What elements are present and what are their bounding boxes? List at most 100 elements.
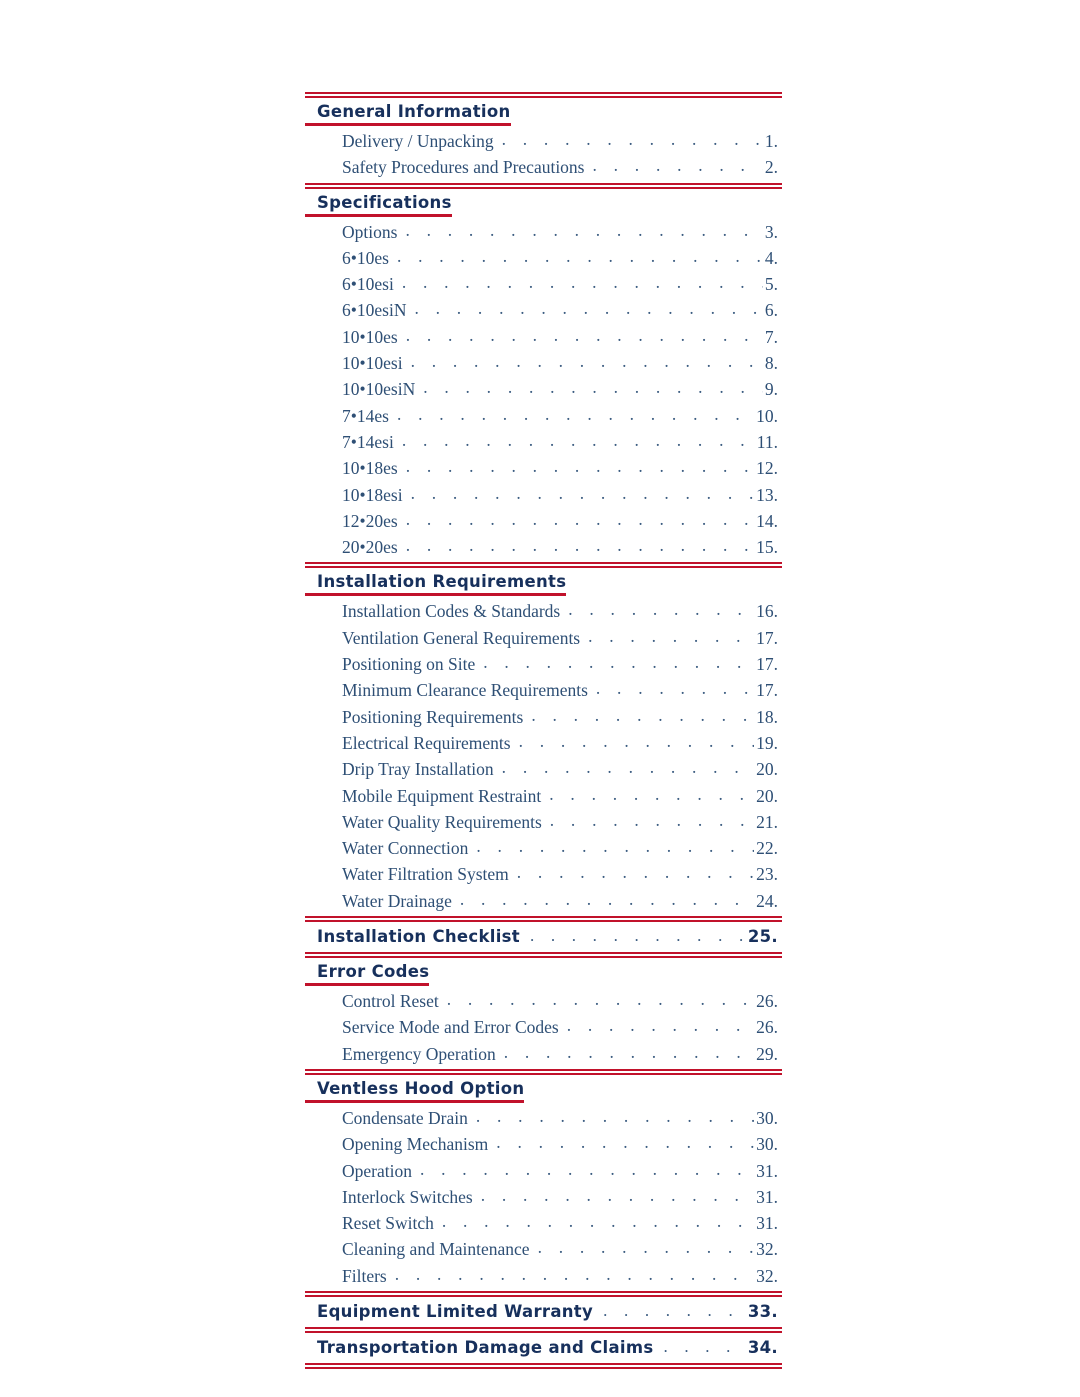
- section-divider-rule: [305, 1362, 782, 1369]
- page-number: 25.: [747, 927, 778, 947]
- toc-entry[interactable]: 6•10esiN . . . . . . . . . . . . . . . . …: [305, 297, 782, 323]
- toc-entry[interactable]: Water Drainage . . . . . . . . . . . . . …: [305, 888, 782, 914]
- toc-entry[interactable]: Control Reset . . . . . . . . . . . . . .…: [305, 988, 782, 1014]
- toc-entry[interactable]: Safety Procedures and Precautions . . . .…: [305, 154, 782, 180]
- toc-entry[interactable]: 7•14es . . . . . . . . . . . . . . . . . …: [305, 403, 782, 429]
- toc-entry[interactable]: Electrical Requirements . . . . . . . . .…: [305, 730, 782, 756]
- page-number: 10.: [756, 405, 778, 426]
- toc-entry[interactable]: Mobile Equipment Restraint . . . . . . . …: [305, 783, 782, 809]
- section-divider-rule: [305, 182, 782, 189]
- toc-entry[interactable]: Reset Switch . . . . . . . . . . . . . . …: [305, 1210, 782, 1236]
- section-divider-rule: [305, 1068, 782, 1075]
- toc-entry-label: Safety Procedures and Precautions: [342, 157, 585, 178]
- toc-entry[interactable]: 10•18esi . . . . . . . . . . . . . . . . …: [305, 482, 782, 508]
- toc-entry[interactable]: Water Connection . . . . . . . . . . . . …: [305, 835, 782, 861]
- toc-entry-label: Service Mode and Error Codes: [342, 1017, 559, 1038]
- toc-entry-label: Mobile Equipment Restraint: [342, 785, 542, 806]
- toc-entry-label: Options: [342, 221, 398, 242]
- toc-section-entries: Control Reset . . . . . . . . . . . . . .…: [305, 988, 782, 1069]
- toc-entry[interactable]: Ventilation General Requirements . . . . …: [305, 625, 782, 651]
- toc-entry[interactable]: Water Quality Requirements . . . . . . . …: [305, 809, 782, 835]
- toc-section-heading-error-codes[interactable]: Error Codes: [305, 958, 782, 988]
- dot-leader: . . . . . . . . . . . . . . . . . . . . …: [516, 862, 754, 883]
- toc-entry[interactable]: 10•18es . . . . . . . . . . . . . . . . .…: [305, 455, 782, 481]
- dot-leader: . . . . . . . . . . . . . . . . . . . . …: [410, 482, 755, 503]
- toc-entry[interactable]: 6•10es . . . . . . . . . . . . . . . . . …: [305, 245, 782, 271]
- toc-entry[interactable]: Condensate Drain . . . . . . . . . . . . …: [305, 1105, 782, 1131]
- page-number: 6.: [764, 300, 778, 321]
- toc-entry[interactable]: Opening Mechanism . . . . . . . . . . . .…: [305, 1131, 782, 1157]
- page-number: 11.: [756, 431, 778, 452]
- toc-entry-label: Drip Tray Installation: [342, 759, 494, 780]
- toc-heading-entry-transportation-damage-and-claims[interactable]: Transportation Damage and Claims . . . . …: [305, 1333, 782, 1363]
- table-of-contents: General Information Delivery / Unpacking.…: [305, 92, 782, 1369]
- toc-entry[interactable]: Minimum Clearance Requirements . . . . . …: [305, 677, 782, 703]
- toc-entry[interactable]: Filters . . . . . . . . . . . . . . . . .…: [305, 1263, 782, 1289]
- toc-entry-label: 7•14es: [342, 405, 389, 426]
- toc-entry-label: Control Reset: [342, 991, 439, 1012]
- dot-leader: . . . . . . . . . . . . . . . . . . . . …: [568, 599, 754, 620]
- toc-entry[interactable]: Installation Codes & Standards . . . . . …: [305, 598, 782, 624]
- toc-entry-label: 12•20es: [342, 510, 398, 531]
- toc-entry-label: Installation Codes & Standards: [342, 601, 561, 622]
- toc-heading-label: General Information: [305, 102, 511, 126]
- toc-entry[interactable]: Positioning on Site . . . . . . . . . . .…: [305, 651, 782, 677]
- section-divider-rule: [305, 952, 782, 959]
- toc-entry[interactable]: 10•10esi . . . . . . . . . . . . . . . . …: [305, 350, 782, 376]
- toc-heading-entry-equipment-limited-warranty[interactable]: Equipment Limited Warranty . . . . . . . …: [305, 1297, 782, 1327]
- page-number: 1.: [764, 131, 778, 151]
- dot-leader: . . . . . . . . . . . . . . . . . . . . …: [496, 1132, 754, 1153]
- toc-entry[interactable]: 10•10esiN . . . . . . . . . . . . . . . .…: [305, 376, 782, 402]
- dot-leader: . . . . . . . . . . . . . . . . . . . . …: [441, 1211, 754, 1232]
- toc-section-heading-installation-requirements[interactable]: Installation Requirements: [305, 568, 782, 598]
- dot-leader: . . . . . . . . . . . . . . . . . . . . …: [588, 625, 754, 646]
- dot-leader: . . . . . . . . . . . . . . . . . . . . …: [603, 1300, 746, 1320]
- toc-entry-label: Water Filtration System: [342, 864, 509, 885]
- page-number: 8.: [764, 353, 778, 374]
- toc-entry[interactable]: Cleaning and Maintenance . . . . . . . . …: [305, 1236, 782, 1262]
- toc-section-heading-ventless-hood-option[interactable]: Ventless Hood Option: [305, 1075, 782, 1105]
- toc-entry[interactable]: Drip Tray Installation . . . . . . . . . …: [305, 756, 782, 782]
- toc-entry[interactable]: Service Mode and Error Codes . . . . . . …: [305, 1014, 782, 1040]
- toc-heading-entry-installation-checklist[interactable]: Installation Checklist . . . . . . . . . …: [305, 922, 782, 952]
- dot-leader: . . . . . . . . . . . . . . . . . . . . …: [459, 888, 754, 909]
- toc-entry[interactable]: 20•20es . . . . . . . . . . . . . . . . .…: [305, 534, 782, 560]
- toc-entry-label: Delivery / Unpacking: [342, 131, 494, 151]
- page-number: 13.: [756, 484, 778, 505]
- dot-leader: . . . . . . . . . . . . . . . . . . . . …: [503, 1041, 754, 1062]
- toc-section-entries: Installation Codes & Standards . . . . . …: [305, 598, 782, 916]
- toc-entry[interactable]: 12•20es . . . . . . . . . . . . . . . . .…: [305, 508, 782, 534]
- toc-entry-label: Ventilation General Requirements: [342, 627, 581, 648]
- toc-entry[interactable]: 6•10esi . . . . . . . . . . . . . . . . .…: [305, 271, 782, 297]
- dot-leader: . . . . . . . . . . . . . . . . . . . . …: [419, 1158, 754, 1179]
- toc-entry[interactable]: 7•14esi . . . . . . . . . . . . . . . . .…: [305, 429, 782, 455]
- section-divider-rule: [305, 1290, 782, 1297]
- page-number: 30.: [756, 1134, 778, 1155]
- toc-entry[interactable]: Options . . . . . . . . . . . . . . . . .…: [305, 219, 782, 245]
- toc-section-heading-general-information[interactable]: General Information: [305, 98, 782, 128]
- section-divider-rule: [305, 562, 782, 569]
- dot-leader: . . . . . . . . . . . . . . . . . . . . …: [501, 757, 754, 778]
- toc-section-heading-specifications[interactable]: Specifications: [305, 189, 782, 219]
- page-number: 33.: [747, 1301, 778, 1321]
- toc-entry-label: Interlock Switches: [342, 1186, 473, 1207]
- toc-entry-label: 6•10esiN: [342, 300, 407, 321]
- toc-entry[interactable]: Interlock Switches . . . . . . . . . . . …: [305, 1184, 782, 1210]
- dot-leader: . . . . . . . . . . . . . . . . . . . . …: [401, 429, 755, 450]
- toc-entry[interactable]: Delivery / Unpacking . . . . . . . . . . …: [305, 128, 782, 154]
- page-number: 32.: [756, 1239, 778, 1260]
- toc-entry-label: Electrical Requirements: [342, 732, 511, 753]
- toc-entry[interactable]: 10•10es . . . . . . . . . . . . . . . . .…: [305, 324, 782, 350]
- toc-heading-label: Ventless Hood Option: [305, 1079, 525, 1103]
- toc-section-entries: Delivery / Unpacking . . . . . . . . . . …: [305, 128, 782, 183]
- toc-entry[interactable]: Water Filtration System . . . . . . . . .…: [305, 861, 782, 887]
- toc-entry-label: Cleaning and Maintenance: [342, 1239, 530, 1260]
- dot-leader: . . . . . . . . . . . . . . . . . . . . …: [529, 926, 746, 946]
- toc-entry[interactable]: Positioning Requirements . . . . . . . . …: [305, 704, 782, 730]
- dot-leader: . . . . . . . . . . . . . . . . . . . . …: [405, 324, 763, 345]
- toc-heading-label: Installation Checklist: [317, 927, 520, 947]
- toc-entry-label: Condensate Drain: [342, 1107, 468, 1128]
- page-number: 18.: [756, 706, 778, 727]
- toc-entry[interactable]: Emergency Operation . . . . . . . . . . .…: [305, 1041, 782, 1067]
- toc-entry[interactable]: Operation . . . . . . . . . . . . . . . .…: [305, 1158, 782, 1184]
